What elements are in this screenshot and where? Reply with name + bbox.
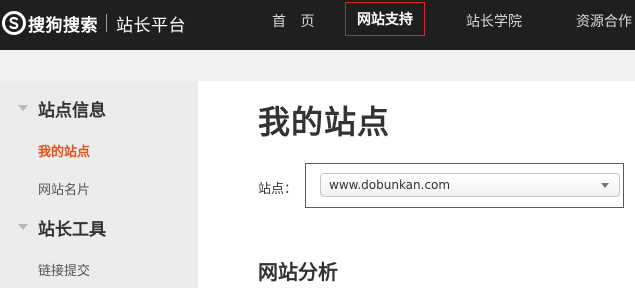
sogou-logo-icon	[2, 11, 26, 35]
sidebar: 站点信息 我的站点 网站名片 站长工具 链接提交	[0, 81, 198, 288]
section-title-site-analysis: 网站分析	[258, 260, 338, 284]
sidebar-item-link-submit[interactable]: 链接提交	[38, 260, 90, 279]
site-select[interactable]: www.dobunkan.com	[320, 173, 620, 197]
sidebar-item-site-card[interactable]: 网站名片	[38, 179, 90, 198]
top-header: 搜狗搜索 站长平台 首 页 网站支持 站长学院 资源合作	[0, 0, 635, 50]
sidebar-group-webmaster-tools[interactable]: 站长工具	[0, 212, 198, 242]
site-select-value: www.dobunkan.com	[329, 178, 451, 192]
nav-website-support[interactable]: 网站支持	[345, 2, 425, 36]
platform-name: 站长平台	[116, 15, 186, 36]
nav-home[interactable]: 首 页	[272, 0, 319, 50]
sidebar-group-label: 站点信息	[38, 100, 106, 121]
sidebar-item-my-sites[interactable]: 我的站点	[38, 141, 90, 160]
logo[interactable]: 搜狗搜索 站长平台	[0, 8, 186, 38]
page-title: 我的站点	[258, 103, 391, 141]
site-label: 站点：	[258, 182, 298, 197]
logo-divider	[106, 14, 107, 32]
nav-academy[interactable]: 站长学院	[466, 0, 522, 50]
sidebar-group-label: 站长工具	[38, 219, 106, 240]
chevron-down-icon	[601, 183, 609, 188]
caret-down-icon	[18, 105, 28, 111]
main-content: 我的站点 站点： www.dobunkan.com 网站分析	[198, 81, 635, 288]
sidebar-group-site-info[interactable]: 站点信息	[0, 93, 198, 123]
caret-down-icon	[18, 224, 28, 230]
brand-name: 搜狗搜索	[28, 15, 98, 36]
nav-resources[interactable]: 资源合作	[576, 0, 632, 50]
